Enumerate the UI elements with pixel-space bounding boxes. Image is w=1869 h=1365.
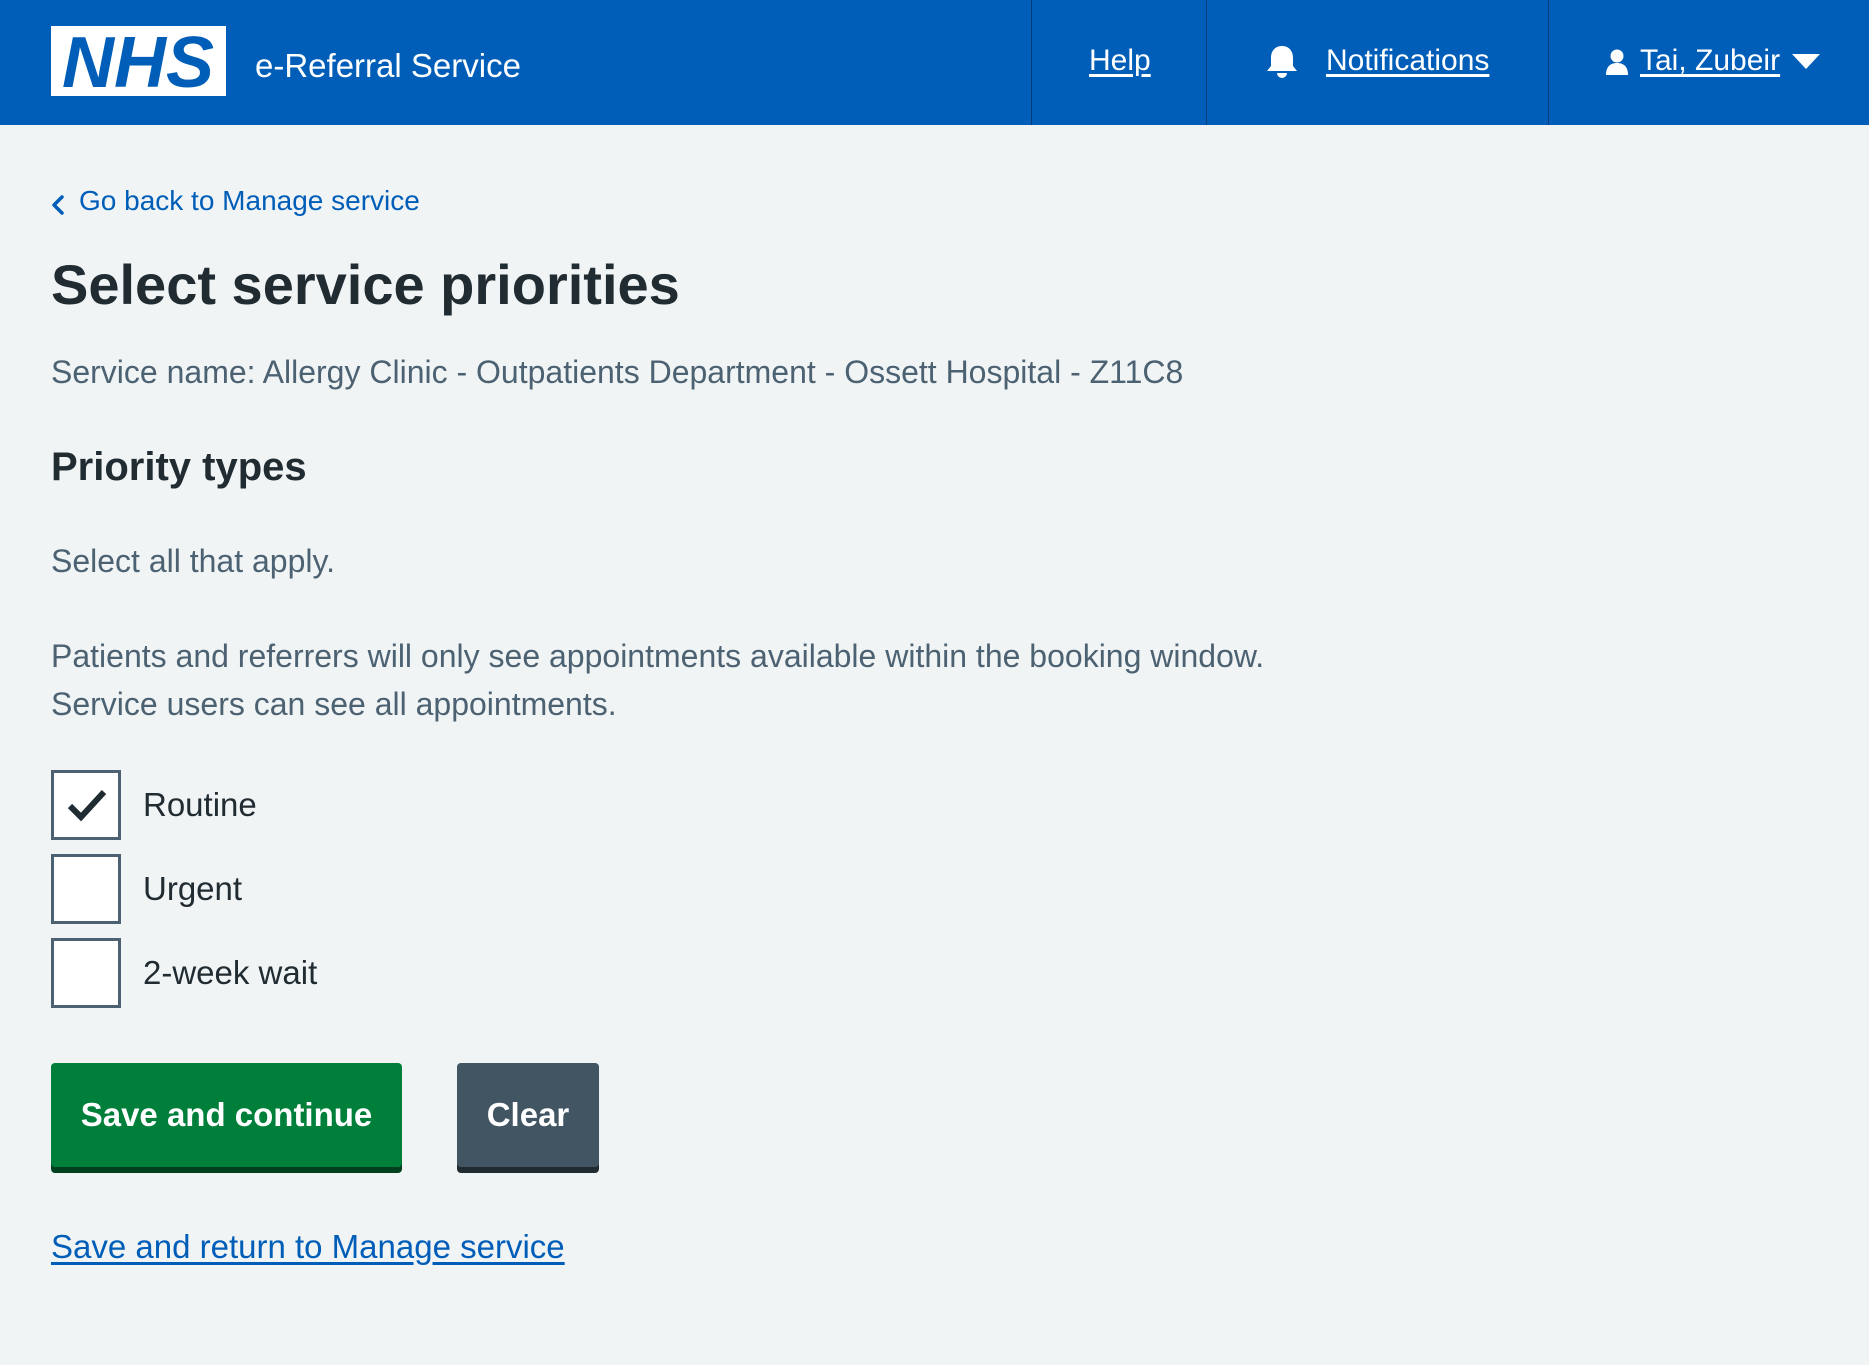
back-link-text: Go back to Manage service xyxy=(79,185,420,216)
nhs-logo[interactable]: NHS xyxy=(51,26,226,96)
booking-window-hint: Patients and referrers will only see app… xyxy=(51,638,1265,722)
checkbox-box[interactable] xyxy=(51,770,121,840)
caret-down-icon[interactable] xyxy=(1792,54,1820,75)
checkbox-box[interactable] xyxy=(51,938,121,1008)
nav-user-menu[interactable]: Tai, Zubeir xyxy=(1548,0,1869,125)
clear-button[interactable]: Clear xyxy=(457,1063,599,1167)
nav-notifications: Notifications xyxy=(1206,0,1548,125)
checkbox-label[interactable]: Routine xyxy=(143,785,257,825)
help-link[interactable]: Help xyxy=(1089,42,1151,80)
user-name-link[interactable]: Tai, Zubeir xyxy=(1640,42,1780,80)
save-and-continue-button[interactable]: Save and continue xyxy=(51,1063,402,1167)
checkbox-box[interactable] xyxy=(51,854,121,924)
save-and-return-link[interactable]: Save and return to Manage service xyxy=(51,1226,565,1268)
priority-types-heading: Priority types xyxy=(51,445,307,489)
nav-help: Help xyxy=(1031,0,1206,125)
select-all-hint: Select all that apply. xyxy=(51,543,336,579)
checkbox-2-week-wait[interactable]: 2-week wait xyxy=(51,938,551,1008)
bell-icon xyxy=(1265,44,1299,85)
checkbox-routine[interactable]: Routine xyxy=(51,770,551,840)
checkbox-label[interactable]: Urgent xyxy=(143,869,242,909)
checkmark-icon xyxy=(67,789,107,822)
svg-text:NHS: NHS xyxy=(62,26,214,96)
person-icon xyxy=(1605,48,1629,81)
service-name: e-Referral Service xyxy=(255,47,521,84)
service-name-text: Service name: Allergy Clinic - Outpatien… xyxy=(51,354,1184,390)
chevron-left-icon xyxy=(51,189,65,225)
checkbox-urgent[interactable]: Urgent xyxy=(51,854,551,924)
site-header: NHS e-Referral Service Help Notification… xyxy=(0,0,1869,125)
checkbox-label[interactable]: 2-week wait xyxy=(143,953,317,993)
page-title: Select service priorities xyxy=(51,253,680,316)
nhs-logo-mark: NHS xyxy=(62,26,214,96)
notifications-link[interactable]: Notifications xyxy=(1326,42,1489,80)
